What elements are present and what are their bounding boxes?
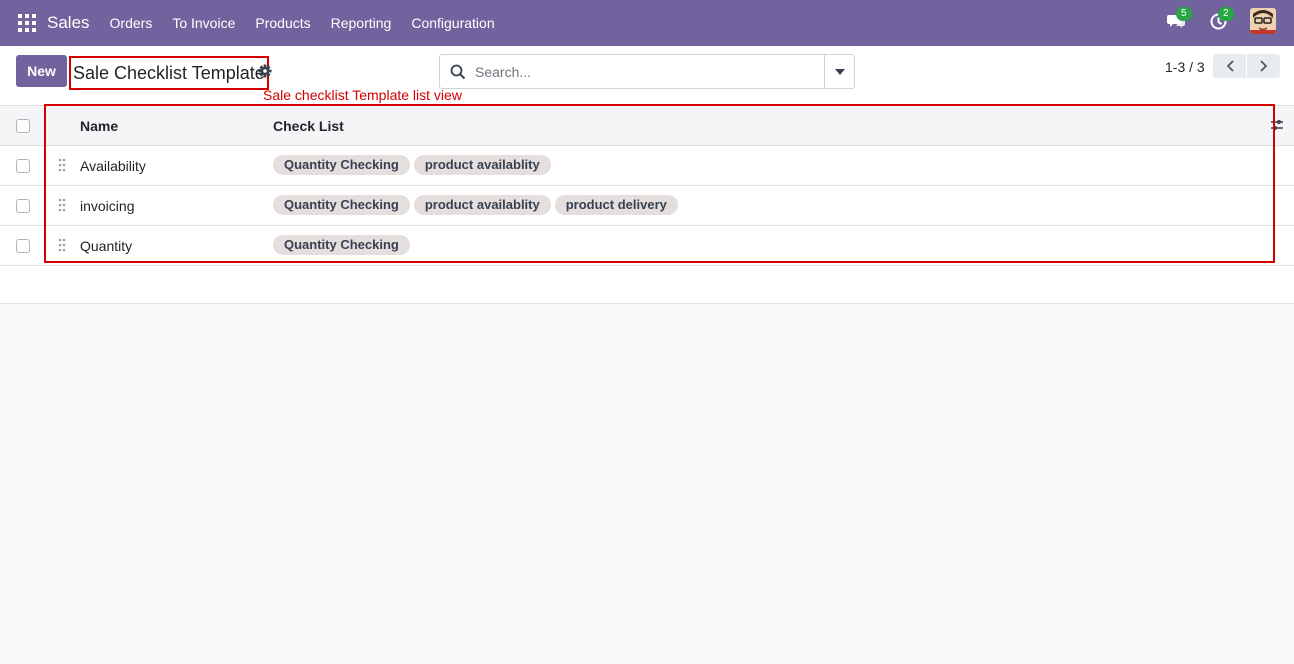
row-tags: Quantity Checking xyxy=(273,235,414,255)
optional-columns-icon[interactable] xyxy=(1270,118,1284,132)
row-checkbox[interactable] xyxy=(16,199,30,213)
column-header-name[interactable]: Name xyxy=(80,118,118,134)
row-checkbox[interactable] xyxy=(16,159,30,173)
search-bar xyxy=(439,54,855,89)
list-view: Name Check List Availability Quantity Ch… xyxy=(0,106,1294,304)
tag[interactable]: Quantity Checking xyxy=(273,235,410,255)
pager-value[interactable]: 1-3 / 3 xyxy=(1165,59,1205,75)
tag[interactable]: product availablity xyxy=(413,195,551,215)
pager-next-button[interactable] xyxy=(1247,54,1280,78)
search-input[interactable] xyxy=(475,63,815,80)
avatar-image xyxy=(1250,8,1276,34)
new-button[interactable]: New xyxy=(16,55,67,87)
messages-systray[interactable]: 5 xyxy=(1166,7,1192,31)
menu-products[interactable]: Products xyxy=(255,15,310,31)
pager-previous-button[interactable] xyxy=(1213,54,1246,78)
gear-icon[interactable] xyxy=(258,64,272,78)
activities-badge: 2 xyxy=(1218,7,1234,21)
main-menu: Orders To Invoice Products Reporting Con… xyxy=(110,15,515,31)
activities-systray[interactable]: 2 xyxy=(1208,7,1234,31)
chevron-left-icon xyxy=(1226,60,1234,72)
select-all-checkbox[interactable] xyxy=(16,119,30,133)
empty-row xyxy=(0,266,1294,304)
menu-reporting[interactable]: Reporting xyxy=(331,15,392,31)
tag[interactable]: product availablity xyxy=(413,155,551,175)
table-header: Name Check List xyxy=(0,106,1294,146)
drag-handle-icon[interactable] xyxy=(58,158,66,172)
systray: 5 2 xyxy=(1166,7,1276,34)
drag-handle-icon[interactable] xyxy=(58,238,66,252)
user-avatar[interactable] xyxy=(1250,8,1276,34)
table-row[interactable]: Availability Quantity Checking product a… xyxy=(0,146,1294,186)
row-tags: Quantity Checking product availablity pr… xyxy=(273,195,682,215)
search-icon xyxy=(450,64,466,79)
row-name[interactable]: Availability xyxy=(80,158,146,174)
menu-orders[interactable]: Orders xyxy=(110,15,153,31)
breadcrumb-title: Sale Checklist Template xyxy=(69,56,269,90)
tag[interactable]: Quantity Checking xyxy=(273,195,410,215)
app-grid-icon[interactable] xyxy=(18,14,36,32)
drag-handle-icon[interactable] xyxy=(58,198,66,212)
app-brand[interactable]: Sales xyxy=(47,13,90,33)
top-navbar: Sales Orders To Invoice Products Reporti… xyxy=(0,0,1294,46)
table-row[interactable]: Quantity Quantity Checking xyxy=(0,226,1294,266)
control-panel: New Sale Checklist Template Sale checkli… xyxy=(0,46,1294,106)
column-header-check-list[interactable]: Check List xyxy=(273,118,344,134)
row-name[interactable]: invoicing xyxy=(80,198,134,214)
caret-down-icon xyxy=(834,68,845,75)
search-options-toggle[interactable] xyxy=(824,55,854,88)
menu-configuration[interactable]: Configuration xyxy=(411,15,494,31)
chevron-right-icon xyxy=(1259,60,1267,72)
tag[interactable]: Quantity Checking xyxy=(273,155,410,175)
row-name[interactable]: Quantity xyxy=(80,238,132,254)
menu-to-invoice[interactable]: To Invoice xyxy=(172,15,235,31)
messages-badge: 5 xyxy=(1176,7,1192,21)
pager-buttons xyxy=(1213,54,1280,78)
table-row[interactable]: invoicing Quantity Checking product avai… xyxy=(0,186,1294,226)
row-checkbox[interactable] xyxy=(16,239,30,253)
row-tags: Quantity Checking product availablity xyxy=(273,155,555,175)
tag[interactable]: product delivery xyxy=(554,195,678,215)
annotation-label: Sale checklist Template list view xyxy=(263,87,462,103)
